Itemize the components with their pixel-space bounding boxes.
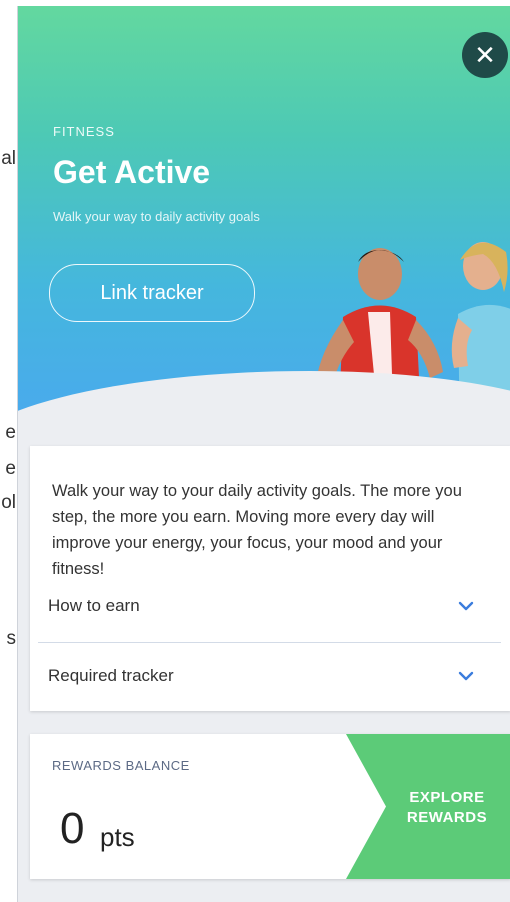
divider	[38, 642, 501, 643]
background-text: e	[5, 458, 16, 479]
background-text: al	[1, 148, 16, 169]
fitness-modal: ✕ FITNESS Get Active Walk your way to da…	[17, 6, 510, 902]
rewards-balance-label: REWARDS BALANCE	[52, 758, 190, 773]
accordion-label: Required tracker	[48, 666, 174, 685]
category-label: FITNESS	[53, 124, 115, 139]
explore-line-2: REWARDS	[406, 809, 488, 826]
background-text: s	[6, 628, 17, 649]
explore-line-1: EXPLORE	[409, 789, 485, 806]
rewards-balance-unit: pts	[100, 822, 135, 852]
hero-banner: ✕ FITNESS Get Active Walk your way to da…	[18, 6, 510, 436]
close-icon[interactable]: ✕	[474, 40, 496, 71]
explore-rewards-label: EXPLORE REWARDS	[388, 788, 506, 828]
background-text: e	[5, 422, 16, 443]
accordion-required-tracker[interactable]: Required tracker	[18, 644, 499, 708]
background-page: al e e ol s	[0, 0, 18, 902]
chevron-down-icon[interactable]	[457, 667, 475, 685]
chevron-down-icon[interactable]	[457, 597, 475, 615]
hero-curve	[18, 371, 510, 436]
background-text: ol	[1, 492, 16, 513]
rewards-balance-value: 0	[60, 804, 85, 853]
close-button[interactable]: ✕	[462, 32, 508, 78]
page-title: Get Active	[53, 154, 211, 190]
page-subtitle: Walk your way to daily activity goals	[53, 209, 260, 224]
explore-rewards-button[interactable]: EXPLORE REWARDS	[346, 734, 510, 879]
link-tracker-button[interactable]: Link tracker	[49, 264, 255, 322]
rewards-balance-card: REWARDS BALANCE 0 pts EXPLORE REWARDS	[30, 734, 510, 879]
accordion-label: How to earn	[48, 596, 140, 615]
accordion-how-to-earn[interactable]: How to earn	[18, 574, 499, 638]
description-text: Walk your way to your daily activity goa…	[52, 482, 462, 578]
